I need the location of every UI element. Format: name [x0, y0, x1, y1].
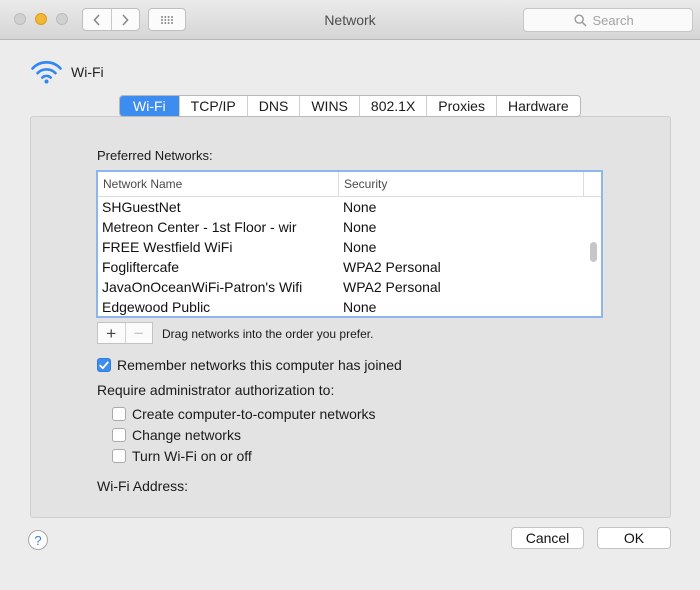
network-name-cell: FREE Westfield WiFi — [102, 239, 233, 255]
preferred-networks-table[interactable]: Network Name Security SHGuestNet None Me… — [96, 170, 603, 318]
network-name-cell: JavaOnOceanWiFi-Patron's Wifi — [102, 279, 303, 295]
tab-wifi[interactable]: Wi-Fi — [120, 96, 179, 116]
cancel-button[interactable]: Cancel — [511, 527, 584, 549]
network-name-cell: Fogliftercafe — [102, 259, 180, 275]
wifi-icon — [31, 61, 62, 84]
ok-button[interactable]: OK — [597, 527, 671, 549]
checkmark-icon — [99, 361, 109, 369]
wifi-header: Wi-Fi — [30, 60, 104, 84]
drag-hint-text: Drag networks into the order you prefer. — [162, 327, 374, 341]
help-button[interactable]: ? — [28, 530, 48, 550]
add-remove-buttons: + − — [97, 322, 153, 344]
tab-proxies[interactable]: Proxies — [426, 96, 496, 116]
table-row[interactable]: SHGuestNet None — [98, 197, 601, 217]
admin-authorization-label: Require administrator authorization to: — [97, 382, 335, 398]
change-networks-checkbox[interactable] — [112, 428, 126, 442]
security-cell: None — [343, 199, 377, 215]
table-row[interactable]: FREE Westfield WiFi None — [98, 237, 601, 257]
network-preferences-window: Network Wi-Fi Wi-Fi TCP/IP DNS WINS 802.… — [0, 0, 700, 590]
table-row[interactable]: Fogliftercafe WPA2 Personal — [98, 257, 601, 277]
table-header: Network Name Security — [98, 172, 601, 197]
network-name-cell: SHGuestNet — [102, 199, 181, 215]
tab-tcpip[interactable]: TCP/IP — [178, 96, 247, 116]
preferred-networks-label: Preferred Networks: — [97, 148, 213, 163]
create-networks-label: Create computer-to-computer networks — [132, 406, 376, 422]
column-header-network-name[interactable]: Network Name — [98, 172, 338, 196]
table-row[interactable]: JavaOnOceanWiFi-Patron's Wifi WPA2 Perso… — [98, 277, 601, 297]
interface-title: Wi-Fi — [71, 64, 104, 80]
search-field[interactable] — [523, 8, 693, 32]
table-row[interactable]: Edgewood Public None — [98, 297, 601, 316]
toggle-wifi-label: Turn Wi-Fi on or off — [132, 448, 252, 464]
toggle-wifi-checkbox[interactable] — [112, 449, 126, 463]
tab-8021x[interactable]: 802.1X — [358, 96, 426, 116]
table-row[interactable]: Metreon Center - 1st Floor - wir None — [98, 217, 601, 237]
change-networks-label: Change networks — [132, 427, 241, 443]
title-bar: Network — [0, 0, 700, 40]
toggle-wifi-option[interactable]: Turn Wi-Fi on or off — [112, 448, 252, 464]
security-cell: None — [343, 299, 377, 315]
add-network-button[interactable]: + — [98, 323, 125, 343]
remove-network-button[interactable]: − — [124, 323, 153, 343]
change-networks-option[interactable]: Change networks — [112, 427, 241, 443]
security-cell: None — [343, 219, 377, 235]
create-networks-option[interactable]: Create computer-to-computer networks — [112, 406, 376, 422]
remember-networks-label: Remember networks this computer has join… — [117, 357, 402, 373]
tab-bar: Wi-Fi TCP/IP DNS WINS 802.1X Proxies Har… — [119, 95, 581, 117]
remember-networks-checkbox[interactable] — [97, 358, 111, 372]
security-cell: WPA2 Personal — [343, 259, 441, 275]
search-input[interactable] — [592, 12, 643, 28]
table-rows: SHGuestNet None Metreon Center - 1st Flo… — [98, 197, 601, 316]
wifi-address-label: Wi-Fi Address: — [97, 478, 189, 494]
network-name-cell: Metreon Center - 1st Floor - wir — [102, 219, 297, 235]
search-icon — [573, 13, 587, 27]
remember-networks-option[interactable]: Remember networks this computer has join… — [97, 357, 402, 373]
tab-wins[interactable]: WINS — [299, 96, 359, 116]
tab-hardware[interactable]: Hardware — [495, 96, 580, 116]
table-scrollbar[interactable] — [590, 242, 597, 262]
column-header-security[interactable]: Security — [338, 172, 583, 196]
security-cell: None — [343, 239, 377, 255]
tab-dns[interactable]: DNS — [246, 96, 300, 116]
column-header-spacer — [583, 172, 601, 196]
create-networks-checkbox[interactable] — [112, 407, 126, 421]
security-cell: WPA2 Personal — [343, 279, 441, 295]
network-name-cell: Edgewood Public — [102, 299, 211, 315]
